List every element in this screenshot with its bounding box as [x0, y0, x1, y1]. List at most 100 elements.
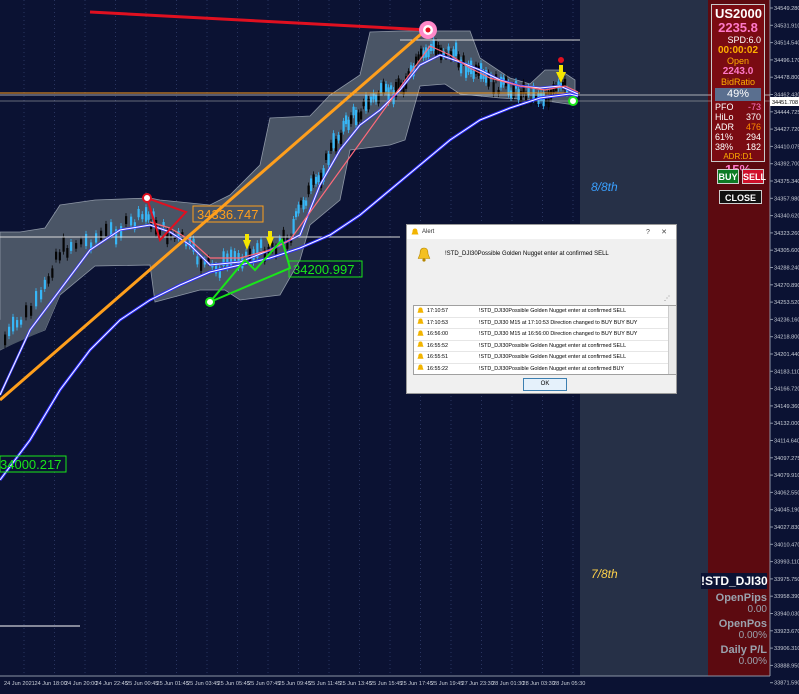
time-tick-label: 25 Jun 00:45 — [126, 681, 158, 687]
price-tick-label: 34270.890 — [774, 283, 799, 289]
price-tick-label: 34114.640 — [774, 439, 799, 445]
alert-history-list[interactable]: 17:10:57 !STD_DJI30Possible Golden Nugget… — [413, 305, 677, 375]
top-marker-inner — [425, 27, 431, 33]
scrollbar[interactable] — [668, 306, 676, 374]
bell-icon — [417, 330, 427, 339]
alert-message: !STD_DJI30Possible Golden Nugget enter a… — [445, 251, 609, 257]
row-label: 61% — [715, 132, 734, 142]
candle-body — [51, 268, 54, 278]
time-tick-label: 25 Jun 07:45 — [248, 681, 280, 687]
row-value: 370 — [745, 112, 761, 122]
alert-row-text: !STD_DJI30Possible Golden Nugget enter a… — [479, 354, 627, 361]
resize-grip-icon[interactable]: ⋰ — [664, 295, 670, 302]
candle-body — [80, 239, 83, 245]
price-chart[interactable]: 34336.747 34200.997 34000.217 8/8th 7/8t… — [0, 0, 799, 689]
candle-body — [25, 305, 28, 318]
time-tick-label: 25 Jun 05:45 — [218, 681, 250, 687]
candle-body — [382, 81, 385, 94]
sell-button[interactable]: SELL — [742, 169, 766, 184]
alert-history-row[interactable]: 17:10:57 !STD_DJI30Possible Golden Nugget… — [414, 306, 676, 318]
panel-row-adr: ADR 476 — [715, 122, 761, 132]
candle-body — [4, 334, 7, 346]
alert-row-time: 16:55:22 — [427, 365, 448, 372]
candle-body — [455, 42, 458, 56]
alert-dialog[interactable]: Alert ? ✕ !STD_DJI30Possible Golden Nugg… — [406, 224, 677, 394]
alert-titlebar[interactable]: Alert ? ✕ — [407, 225, 676, 239]
candle-body — [372, 92, 375, 100]
bell-icon — [417, 318, 427, 327]
price-tick-label: 33888.950 — [774, 663, 799, 669]
daily-pl-label: Daily P/L — [720, 644, 767, 656]
price-tick-label: 34392.700 — [774, 162, 799, 168]
candle-body — [512, 85, 515, 98]
candle-body — [370, 96, 373, 103]
row-value: -73 — [747, 102, 761, 112]
buy-button[interactable]: BUY — [717, 169, 739, 184]
candle-body — [472, 70, 475, 79]
panel-time: 00:00:02 — [717, 45, 759, 56]
time-tick-label: 28 Jun 03:30 — [523, 681, 555, 687]
candle-body — [312, 174, 315, 185]
current-price-tag: 34451.708 — [772, 100, 798, 106]
price-tick-label: 34132.000 — [774, 421, 799, 427]
candle-body — [12, 316, 15, 332]
candle-body — [367, 98, 370, 110]
panel-adr-label: ADR:D1 — [723, 152, 753, 161]
price-tick-label: 34201.440 — [774, 352, 799, 358]
alert-row-text: !STD_DJI30Possible Golden Nugget enter a… — [479, 308, 627, 315]
daily-pl-value: 0.00% — [738, 656, 767, 667]
candle-body — [302, 199, 305, 210]
open-pips-value: 0.00 — [747, 604, 767, 615]
candle-body — [233, 251, 236, 262]
price-tick-label: 34549.280 — [774, 6, 799, 12]
alert-history-row[interactable]: 17:10:53 !STD_DJI30 M15 at 17:10:53 Direc… — [414, 318, 676, 329]
ok-button[interactable]: OK — [523, 378, 567, 391]
bell-icon — [417, 364, 427, 373]
panel-open-value: 2243.0 — [722, 66, 754, 77]
open-pos-value: 0.00% — [738, 630, 767, 641]
panel-price: 2235.8 — [718, 20, 758, 35]
alert-history-row[interactable]: 16:55:52 !STD_DJI30Possible Golden Nugget… — [414, 341, 676, 352]
row-label: PFO — [715, 102, 734, 112]
candle-body — [35, 291, 38, 307]
candle-body — [105, 223, 108, 237]
price-tick-label: 33993.110 — [774, 560, 799, 566]
alert-row-time: 16:56:00 — [427, 331, 448, 338]
candle-body — [465, 65, 468, 78]
close-icon[interactable]: ✕ — [656, 228, 672, 236]
candle-body — [260, 239, 263, 248]
candle-body — [30, 305, 33, 316]
candle-body — [58, 252, 61, 261]
price-tick-label: 34183.110 — [774, 369, 799, 375]
help-button[interactable]: ? — [640, 229, 656, 236]
candle-body — [196, 256, 199, 265]
candle-body — [62, 236, 65, 252]
time-tick-label: 24 Jun 2021 — [4, 681, 35, 687]
murrey-7-8-label: 7/8th — [591, 567, 618, 581]
price-tick-label: 34496.170 — [774, 58, 799, 64]
candle-body — [365, 94, 368, 111]
price-tick-label: 33906.310 — [774, 646, 799, 652]
alert-history-row[interactable]: 16:55:51 !STD_DJI30Possible Golden Nugget… — [414, 352, 676, 364]
close-position-button[interactable]: CLOSE — [719, 190, 762, 204]
alert-history-row[interactable]: 16:55:22 !STD_DJI30Possible Golden Nugget… — [414, 364, 676, 375]
candle-body — [332, 133, 335, 149]
candle-body — [141, 214, 144, 220]
panel-bidratio-value: 49% — [715, 88, 761, 101]
candle-body — [75, 243, 78, 249]
chart-canvas[interactable]: 34336.747 34200.997 34000.217 8/8th 7/8t… — [0, 0, 799, 689]
candle-body — [432, 39, 435, 51]
alert-history-row[interactable]: 16:56:00 !STD_DJI30 M15 at 16:56:00 Direc… — [414, 329, 676, 341]
candle-body — [305, 200, 308, 206]
price-tick-label: 34236.160 — [774, 317, 799, 323]
price-tick-label: 34375.340 — [774, 179, 799, 185]
candle-body — [447, 46, 450, 51]
time-tick-label: 25 Jun 09:45 — [279, 681, 311, 687]
candle-body — [286, 237, 289, 249]
candle-body — [345, 115, 348, 125]
candle-body — [70, 242, 73, 251]
price-tick-label: 34340.620 — [774, 214, 799, 220]
candle-body — [542, 92, 545, 107]
price-tick-label: 33958.390 — [774, 594, 799, 600]
candle-body — [335, 138, 338, 152]
